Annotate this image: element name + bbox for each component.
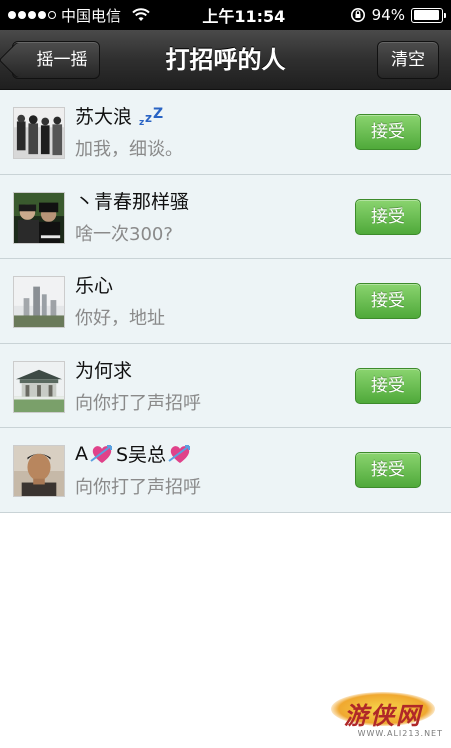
list-item[interactable]: 丶青春那样骚 啥一次300? 接受 — [0, 174, 451, 259]
greeting-message: 啥一次300? — [75, 223, 173, 245]
contact-name-part2: S吴总 — [116, 444, 167, 466]
battery-icon — [411, 7, 446, 23]
wifi-icon — [132, 8, 150, 21]
greeting-message: 加我，细谈。 — [75, 139, 183, 160]
contact-name: 苏大浪 z z Z — [75, 102, 164, 129]
back-button-label: 摇一摇 — [36, 50, 88, 70]
contact-name: A S吴总 — [75, 440, 194, 467]
avatar[interactable] — [13, 191, 65, 244]
back-button[interactable]: 摇一摇 — [0, 41, 100, 79]
battery-fill — [413, 10, 439, 20]
avatar[interactable] — [13, 360, 65, 413]
battery-percent: 94% — [371, 6, 405, 24]
accept-button[interactable]: 接受 — [355, 283, 421, 319]
contact-name: 为何求 — [75, 356, 132, 383]
greeting-list: 苏大浪 z z Z 加我，细谈。 接受 丶青春那样骚 啥一次300? 接受 乐心… — [0, 90, 451, 513]
contact-name: 乐心 — [75, 271, 113, 298]
contact-name-text: 丶青春那样骚 — [75, 190, 190, 213]
list-item[interactable]: 苏大浪 z z Z 加我，细谈。 接受 — [0, 90, 451, 175]
nav-bar: 打招呼的人 摇一摇 清空 — [0, 30, 451, 90]
accept-button[interactable]: 接受 — [355, 367, 421, 404]
list-item[interactable]: A S吴总 向你打了声招呼 接受 — [0, 428, 451, 513]
avatar[interactable] — [13, 445, 65, 497]
avatar[interactable] — [13, 107, 65, 159]
rotation-lock-icon — [350, 8, 365, 22]
accept-button[interactable]: 接受 — [355, 198, 421, 235]
greeting-message: 向你打了声招呼 — [75, 477, 201, 498]
contact-name-part1: A — [75, 442, 88, 465]
accept-button[interactable]: 接受 — [355, 452, 421, 488]
contact-name-text: 为何求 — [75, 359, 133, 382]
contact-name-text: 苏大浪 — [75, 106, 133, 128]
list-item[interactable]: 乐心 你好，地址 接受 — [0, 259, 451, 344]
svg-text:z: z — [139, 118, 144, 126]
watermark-url: WWW.ALI213.NET — [357, 729, 443, 738]
status-right: 94% — [350, 6, 446, 24]
zzz-icon: z z Z — [139, 106, 163, 126]
heart-icon — [168, 444, 191, 463]
contact-name: 丶青春那样骚 — [75, 187, 189, 214]
list-item[interactable]: 为何求 向你打了声招呼 接受 — [0, 343, 451, 428]
clear-button[interactable]: 清空 — [377, 41, 439, 79]
svg-text:Z: Z — [153, 106, 163, 122]
carrier-label: 中国电信 — [61, 6, 122, 25]
greeting-message: 向你打了声招呼 — [75, 392, 201, 414]
accept-button[interactable]: 接受 — [355, 114, 421, 150]
heart-icon — [90, 444, 112, 463]
signal-icon — [8, 11, 56, 19]
contact-name-text: 乐心 — [75, 275, 114, 297]
status-time: 上午11:54 — [202, 7, 286, 26]
svg-text:z: z — [145, 111, 152, 125]
avatar[interactable] — [13, 276, 65, 328]
greeting-message: 你好，地址 — [75, 308, 165, 329]
status-bar: 中国电信 上午11:54 94% — [0, 0, 451, 30]
watermark-brand: 游侠网 — [344, 701, 422, 730]
status-left: 中国电信 — [8, 5, 178, 26]
watermark-logo: 游侠网 WWW.ALI213.NET — [323, 692, 443, 738]
